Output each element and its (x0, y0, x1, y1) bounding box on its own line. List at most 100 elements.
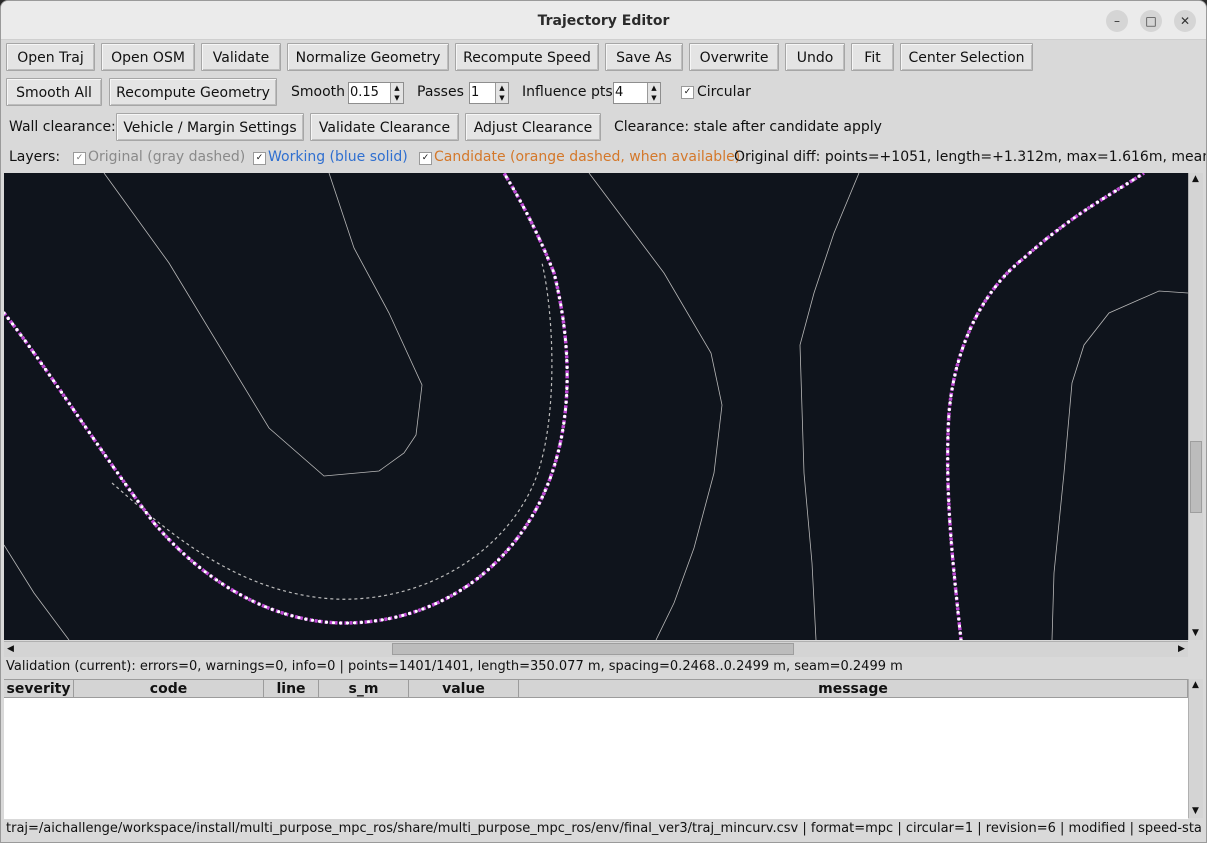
trajectory-point[interactable] (949, 540, 953, 545)
map-canvas[interactable] (4, 173, 1188, 640)
normalize-geometry-button[interactable]: Normalize Geometry (287, 43, 449, 71)
scroll-up-icon[interactable]: ▲ (1189, 679, 1202, 692)
trajectory-point[interactable] (311, 618, 315, 622)
trajectory-point[interactable] (167, 537, 171, 541)
trajectory-point[interactable] (1113, 189, 1117, 193)
trajectory-point[interactable] (946, 478, 950, 482)
trajectory-point[interactable] (359, 620, 364, 624)
trajectory-point[interactable] (48, 373, 52, 377)
trajectory-point[interactable] (264, 605, 268, 609)
trajectory-point[interactable] (1050, 233, 1054, 237)
trajectory-point[interactable] (546, 482, 550, 486)
trajectory-point[interactable] (491, 563, 496, 567)
trajectory-point[interactable] (522, 205, 526, 209)
trajectory-point[interactable] (528, 218, 532, 222)
trajectory-point[interactable] (947, 415, 951, 419)
trajectory-point[interactable] (950, 554, 955, 558)
trajectory-point[interactable] (270, 607, 274, 611)
trajectory-point[interactable] (565, 372, 569, 377)
trajectory-point[interactable] (407, 611, 412, 616)
trajectory-point[interactable] (958, 631, 962, 635)
trajectory-point[interactable] (1039, 241, 1043, 245)
trajectory-point[interactable] (989, 290, 993, 294)
trajectory-point[interactable] (946, 492, 951, 496)
trajectory-point[interactable] (952, 568, 956, 572)
trajectory-point[interactable] (446, 595, 450, 599)
trajectory-point[interactable] (530, 513, 535, 518)
open-osm-button[interactable]: Open OSM (101, 43, 195, 71)
validation-table[interactable]: severity code line s_m value message (4, 679, 1188, 819)
trajectory-point[interactable] (1034, 246, 1038, 250)
trajectory-point[interactable] (1072, 216, 1076, 220)
trajectory-point[interactable] (946, 443, 950, 447)
column-header-line[interactable]: line (264, 680, 319, 698)
trajectory-point[interactable] (563, 414, 567, 418)
trajectory-point[interactable] (563, 407, 568, 411)
trajectory-point[interactable] (136, 499, 140, 503)
trajectory-point[interactable] (1137, 174, 1141, 178)
trajectory-point[interactable] (525, 211, 529, 216)
trajectory-point[interactable] (511, 542, 515, 546)
trajectory-point[interactable] (518, 199, 522, 203)
trajectory-point[interactable] (562, 421, 566, 425)
smooth-all-button[interactable]: Smooth All (6, 78, 102, 106)
trajectory-point[interactable] (519, 531, 523, 535)
trajectory-point[interactable] (560, 310, 564, 314)
trajectory-point[interactable] (947, 408, 951, 412)
minimize-icon[interactable]: – (1106, 10, 1128, 32)
trajectory-point[interactable] (543, 249, 547, 253)
trajectory-point[interactable] (297, 616, 301, 620)
trajectory-point[interactable] (559, 303, 563, 307)
trajectory-point[interactable] (331, 621, 336, 625)
trajectory-point[interactable] (352, 621, 357, 625)
trajectory-point[interactable] (555, 456, 559, 460)
trajectory-point[interactable] (220, 582, 224, 586)
trajectory-point[interactable] (981, 302, 986, 306)
trajectory-point[interactable] (957, 617, 961, 621)
trajectory-point[interactable] (948, 401, 952, 405)
trajectory-point[interactable] (515, 193, 519, 197)
trajectory-point[interactable] (949, 394, 953, 398)
trajectory-point[interactable] (946, 436, 950, 440)
scroll-left-icon[interactable]: ◀ (4, 643, 17, 656)
trajectory-point[interactable] (506, 548, 510, 552)
trajectory-point[interactable] (953, 582, 957, 586)
trajectory-point[interactable] (993, 285, 998, 289)
trajectory-point[interactable] (961, 346, 965, 350)
passes-spinbox[interactable]: 1 ▲ ▼ (469, 82, 509, 104)
trajectory-point[interactable] (401, 613, 405, 617)
trajectory-point[interactable] (952, 575, 957, 579)
trajectory-point[interactable] (427, 604, 431, 608)
trajectory-point[interactable] (551, 469, 555, 473)
trajectory-point[interactable] (421, 607, 425, 611)
trajectory-point[interactable] (476, 576, 480, 580)
trajectory-point[interactable] (948, 519, 952, 524)
trajectory-point[interactable] (59, 390, 64, 394)
trajectory-point[interactable] (215, 578, 219, 582)
trajectory-point[interactable] (543, 489, 547, 493)
trajectory-point[interactable] (561, 428, 565, 432)
trajectory-point[interactable] (971, 320, 975, 324)
column-header-s-m[interactable]: s_m (319, 680, 409, 698)
vertical-scroll-thumb[interactable] (1190, 441, 1202, 513)
trajectory-point[interactable] (6, 316, 10, 321)
map-horizontal-scrollbar[interactable]: ◀ ▶ (4, 641, 1188, 657)
trajectory-point[interactable] (75, 413, 79, 417)
trajectory-point[interactable] (537, 501, 541, 505)
trajectory-point[interactable] (1125, 182, 1129, 186)
trajectory-point[interactable] (565, 379, 569, 384)
trajectory-point[interactable] (508, 181, 512, 185)
trajectory-point[interactable] (562, 324, 566, 328)
spin-down-icon[interactable]: ▼ (495, 93, 508, 103)
trajectory-point[interactable] (79, 419, 83, 423)
scroll-down-icon[interactable]: ▼ (1189, 805, 1202, 818)
trajectory-point[interactable] (140, 505, 144, 509)
fit-button[interactable]: Fit (851, 43, 894, 71)
trajectory-point[interactable] (1090, 204, 1094, 208)
trajectory-point[interactable] (950, 387, 954, 391)
trajectory-point[interactable] (144, 510, 148, 515)
trajectory-point[interactable] (998, 279, 1002, 283)
map-svg[interactable] (4, 173, 1188, 640)
trajectory-point[interactable] (985, 296, 989, 300)
table-vertical-scrollbar[interactable]: ▲ ▼ (1188, 679, 1203, 818)
